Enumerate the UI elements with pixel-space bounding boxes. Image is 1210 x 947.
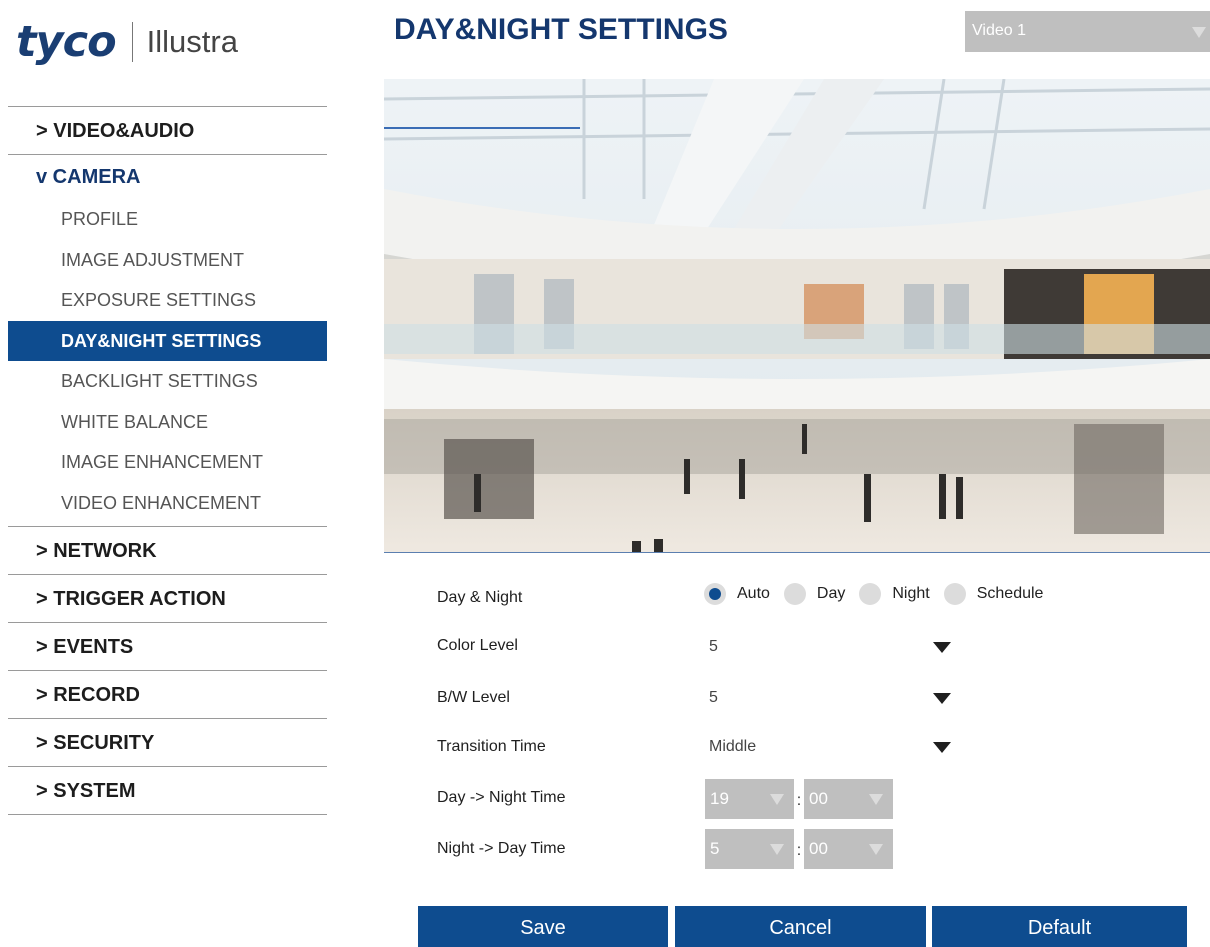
- logo-divider: [131, 22, 133, 62]
- nav-item-exposure-settings[interactable]: EXPOSURE SETTINGS: [8, 280, 327, 321]
- time-separator: :: [796, 842, 802, 859]
- logo-brand: tyco: [16, 17, 117, 67]
- triangle-down-icon: [933, 642, 951, 653]
- logo: tyco Illustra: [16, 14, 238, 70]
- nav-item-video-enhancement[interactable]: VIDEO ENHANCEMENT: [8, 483, 327, 524]
- nav-section-system[interactable]: > SYSTEM: [8, 767, 327, 815]
- triangle-down-icon: [933, 742, 951, 753]
- nav-section-events[interactable]: > EVENTS: [8, 623, 327, 671]
- nav-item-day-night-settings[interactable]: DAY&NIGHT SETTINGS: [8, 320, 327, 361]
- transition-time-label: Transition Time: [437, 738, 546, 755]
- day-to-night-minute-select[interactable]: 00: [804, 779, 893, 819]
- night-to-day-hour-select[interactable]: 5: [705, 829, 794, 869]
- video-stream-select[interactable]: Video 1: [965, 11, 1210, 52]
- chevron-down-icon: [1192, 27, 1206, 38]
- nav-item-image-enhancement[interactable]: IMAGE ENHANCEMENT: [8, 442, 327, 483]
- nav-section-video-audio[interactable]: > VIDEO&AUDIO: [8, 107, 327, 155]
- page-title: DAY&NIGHT SETTINGS: [394, 13, 728, 46]
- camera-preview-image: [384, 79, 1210, 552]
- day-to-night-hour-select[interactable]: 19: [705, 779, 794, 819]
- chevron-down-icon: [770, 844, 784, 855]
- radio-auto[interactable]: [704, 583, 726, 605]
- sidebar-nav: > VIDEO&AUDIO v CAMERA PROFILE IMAGE ADJ…: [8, 106, 327, 815]
- day-to-night-minute-value: 00: [809, 789, 828, 808]
- triangle-down-icon: [933, 693, 951, 704]
- save-button[interactable]: Save: [418, 906, 668, 947]
- radio-day-label[interactable]: Day: [817, 585, 845, 603]
- nav-item-profile[interactable]: PROFILE: [8, 199, 327, 240]
- nav-section-network[interactable]: > NETWORK: [8, 527, 327, 575]
- radio-night[interactable]: [859, 583, 882, 605]
- radio-day[interactable]: [783, 583, 806, 605]
- camera-submenu: PROFILE IMAGE ADJUSTMENT EXPOSURE SETTIN…: [8, 199, 327, 527]
- chevron-down-icon: [869, 844, 883, 855]
- color-level-value: 5: [709, 638, 718, 655]
- nav-section-security[interactable]: > SECURITY: [8, 719, 327, 767]
- bw-level-value: 5: [709, 689, 718, 706]
- night-to-day-label: Night -> Day Time: [437, 840, 566, 857]
- day-to-night-hour-value: 19: [710, 789, 729, 808]
- color-level-select[interactable]: 5: [709, 632, 954, 662]
- nav-section-trigger-action[interactable]: > TRIGGER ACTION: [8, 575, 327, 623]
- day-night-label: Day & Night: [437, 589, 523, 606]
- cancel-button[interactable]: Cancel: [675, 906, 926, 947]
- radio-schedule-label[interactable]: Schedule: [977, 585, 1044, 603]
- nav-item-image-adjustment[interactable]: IMAGE ADJUSTMENT: [8, 240, 327, 281]
- logo-product: Illustra: [146, 24, 238, 59]
- video-stream-value: Video 1: [972, 22, 1026, 39]
- night-to-day-hour-value: 5: [710, 839, 720, 858]
- radio-auto-label[interactable]: Auto: [737, 585, 770, 603]
- time-separator: :: [796, 792, 802, 809]
- day-night-radio-group: Auto Day Night Schedule: [704, 583, 1057, 605]
- nav-item-white-balance[interactable]: WHITE BALANCE: [8, 402, 327, 443]
- radio-schedule[interactable]: [943, 583, 966, 605]
- chevron-down-icon: [770, 794, 784, 805]
- default-button[interactable]: Default: [932, 906, 1187, 947]
- radio-night-label[interactable]: Night: [892, 585, 929, 603]
- camera-preview: [384, 79, 1210, 553]
- bw-level-select[interactable]: 5: [709, 683, 954, 713]
- nav-section-camera[interactable]: v CAMERA: [8, 155, 327, 199]
- nav-item-backlight-settings[interactable]: BACKLIGHT SETTINGS: [8, 361, 327, 402]
- transition-time-value: Middle: [709, 738, 757, 755]
- night-to-day-minute-value: 00: [809, 839, 828, 858]
- day-to-night-label: Day -> Night Time: [437, 789, 566, 806]
- bw-level-label: B/W Level: [437, 689, 510, 706]
- night-to-day-minute-select[interactable]: 00: [804, 829, 893, 869]
- nav-section-record[interactable]: > RECORD: [8, 671, 327, 719]
- chevron-down-icon: [869, 794, 883, 805]
- color-level-label: Color Level: [437, 637, 518, 654]
- transition-time-select[interactable]: Middle: [709, 732, 954, 762]
